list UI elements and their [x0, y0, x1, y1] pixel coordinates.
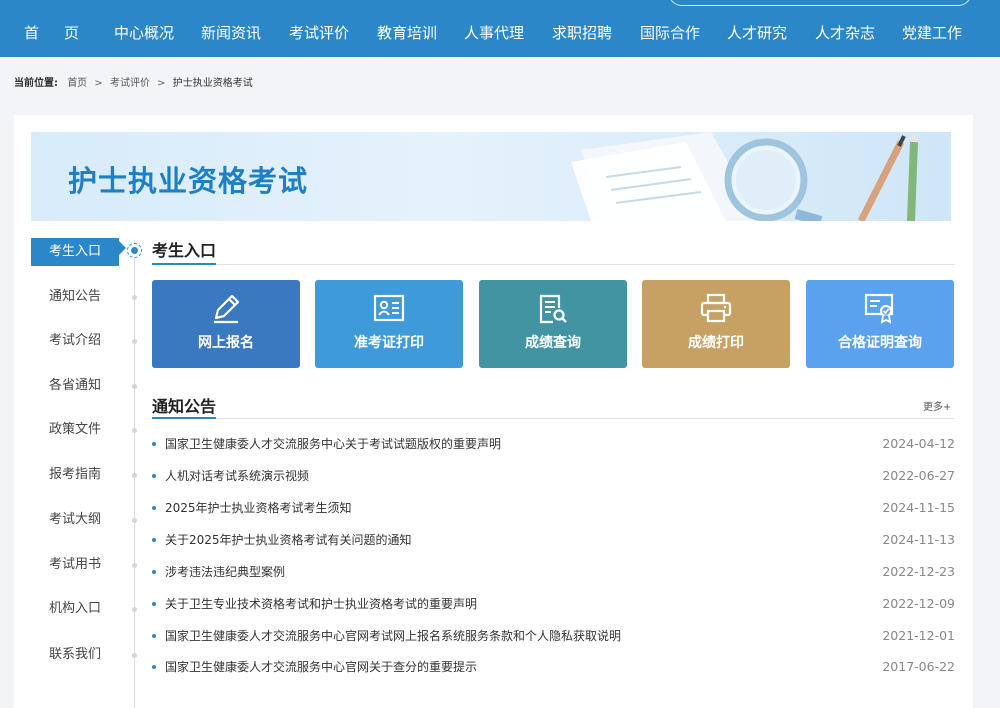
notice-date: 2024-11-13 [882, 532, 955, 547]
certificate-icon [864, 293, 894, 324]
sidebar-item-institution-entry[interactable]: 机构入口 [31, 595, 119, 623]
notice-list-item[interactable]: 关于2025年护士执业资格考试有关问题的通知 2024-11-13 [152, 530, 955, 550]
notice-title[interactable]: 关于卫生专业技术资格考试和护士执业资格考试的重要声明 [165, 594, 477, 614]
notice-date: 2022-12-09 [882, 596, 955, 611]
sidebar-item-exam-syllabus[interactable]: 考试大纲 [31, 506, 119, 534]
notice-title[interactable]: 关于2025年护士执业资格考试有关问题的通知 [165, 530, 412, 550]
notice-title[interactable]: 国家卫生健康委人才交流服务中心关于考试试题版权的重要声明 [165, 434, 501, 454]
notice-date: 2022-12-23 [882, 564, 955, 579]
sidebar-active-arrow [119, 241, 126, 255]
notice-date: 2024-11-15 [882, 500, 955, 515]
notice-title[interactable]: 国家卫生健康委人才交流服务中心官网关于查分的重要提示 [165, 657, 477, 677]
notice-list-item[interactable]: 2025年护士执业资格考试考生须知 2024-11-15 [152, 498, 955, 518]
sidebar-dot [132, 653, 137, 658]
breadcrumb-home-link[interactable]: 首页 [67, 77, 87, 91]
bullet-dot [152, 442, 156, 446]
breadcrumb-separator: > [157, 78, 166, 89]
breadcrumb-separator: > [94, 78, 103, 89]
bullet-dot [152, 506, 156, 510]
sidebar-item-province-notices[interactable]: 各省通知 [31, 372, 119, 400]
bullet-dot [152, 570, 156, 574]
sidebar-dot [132, 563, 137, 568]
section-heading-underline [152, 417, 216, 419]
bullet-dot [152, 474, 156, 478]
nav-item-center-overview[interactable]: 中心概况 [114, 21, 174, 45]
notices-heading: 通知公告 [152, 397, 217, 416]
notice-list-item[interactable]: 国家卫生健康委人才交流服务中心官网考试网上报名系统服务条款和个人隐私获取说明 2… [152, 626, 955, 646]
nav-item-exam-evaluation[interactable]: 考试评价 [289, 21, 349, 45]
section-divider [152, 264, 955, 265]
online-registration-tile[interactable]: 网上报名 [152, 280, 300, 368]
page-banner: 护士执业资格考试 [31, 132, 951, 221]
sidebar-active-dot [127, 243, 142, 258]
document-search-icon [539, 294, 567, 324]
notice-list-item[interactable]: 人机对话考试系统演示视频 2022-06-27 [152, 466, 955, 486]
notice-list-item[interactable]: 关于卫生专业技术资格考试和护士执业资格考试的重要声明 2022-12-09 [152, 594, 955, 614]
score-query-tile[interactable]: 成绩查询 [479, 280, 627, 368]
breadcrumb-exam-evaluation-link[interactable]: 考试评价 [110, 77, 150, 91]
notice-date: 2024-04-12 [882, 436, 955, 451]
tile-label: 准考证打印 [354, 335, 424, 351]
sidebar-item-notices[interactable]: 通知公告 [31, 283, 119, 311]
notice-title[interactable]: 国家卫生健康委人才交流服务中心官网考试网上报名系统服务条款和个人隐私获取说明 [165, 626, 621, 646]
notice-list-item[interactable]: 国家卫生健康委人才交流服务中心官网关于查分的重要提示 2017-06-22 [152, 657, 955, 677]
notice-title[interactable]: 2025年护士执业资格考试考生须知 [165, 498, 352, 518]
bullet-dot [152, 665, 156, 669]
section-divider [152, 418, 955, 419]
breadcrumb-current: 护士执业资格考试 [172, 78, 253, 89]
bullet-dot [152, 538, 156, 542]
notice-title[interactable]: 涉考违法违纪典型案例 [165, 562, 285, 582]
sidebar-item-candidate-entry[interactable]: 考生入口 [31, 238, 119, 266]
breadcrumb: 当前位置: 首页 > 考试评价 > 护士执业资格考试 [14, 77, 253, 91]
breadcrumb-prefix: 当前位置: [14, 78, 58, 89]
banner-illustration [571, 132, 918, 221]
sidebar-dot [132, 295, 137, 300]
sidebar-item-contact-us[interactable]: 联系我们 [31, 641, 119, 669]
sidebar-item-exam-intro[interactable]: 考试介绍 [31, 327, 119, 355]
qualification-certificate-query-tile[interactable]: 合格证明查询 [806, 280, 954, 368]
sidebar-dot [132, 339, 137, 344]
candidate-entry-heading: 考生入口 [152, 241, 217, 260]
nav-item-home[interactable]: 首页 [24, 21, 104, 45]
printer-icon [700, 293, 732, 323]
sidebar-dot [132, 607, 137, 612]
id-card-icon [373, 294, 405, 322]
sidebar-item-policy-documents[interactable]: 政策文件 [31, 416, 119, 444]
sidebar-dot [132, 473, 137, 478]
notice-list-item[interactable]: 国家卫生健康委人才交流服务中心关于考试试题版权的重要声明 2024-04-12 [152, 434, 955, 454]
notice-title[interactable]: 人机对话考试系统演示视频 [165, 466, 309, 486]
notice-date: 2022-06-27 [882, 468, 955, 483]
tile-label: 合格证明查询 [838, 335, 922, 351]
bullet-dot [152, 602, 156, 606]
tile-label: 成绩打印 [688, 335, 744, 351]
score-print-tile[interactable]: 成绩打印 [642, 280, 790, 368]
banner-title: 护士执业资格考试 [68, 164, 309, 198]
nav-item-job-recruitment[interactable]: 求职招聘 [552, 21, 612, 45]
more-notices-link[interactable]: 更多+ [923, 398, 951, 413]
sidebar-dot [132, 384, 137, 389]
notice-date: 2021-12-01 [882, 628, 955, 643]
tile-label: 网上报名 [198, 335, 254, 351]
nav-item-news[interactable]: 新闻资讯 [201, 21, 261, 45]
admission-ticket-print-tile[interactable]: 准考证打印 [315, 280, 463, 368]
notice-date: 2017-06-22 [882, 659, 955, 674]
main-menu: 首页 中心概况 新闻资讯 考试评价 教育培训 人事代理 求职招聘 国际合作 人才… [0, 21, 1000, 45]
section-heading-underline [152, 263, 216, 265]
nav-item-personnel-agency[interactable]: 人事代理 [464, 21, 524, 45]
tile-label: 成绩查询 [525, 335, 581, 351]
top-navigation-bar: 首页 中心概况 新闻资讯 考试评价 教育培训 人事代理 求职招聘 国际合作 人才… [0, 0, 1000, 57]
nav-item-talent-magazine[interactable]: 人才杂志 [815, 21, 875, 45]
nav-item-party-building[interactable]: 党建工作 [902, 21, 962, 45]
pencil-icon [214, 294, 240, 324]
sidebar-item-exam-books[interactable]: 考试用书 [31, 551, 119, 579]
notice-list-item[interactable]: 涉考违法违纪典型案例 2022-12-23 [152, 562, 955, 582]
sidebar-item-registration-guide[interactable]: 报考指南 [31, 461, 119, 489]
nav-item-talent-research[interactable]: 人才研究 [727, 21, 787, 45]
nav-item-education-training[interactable]: 教育培训 [377, 21, 437, 45]
sidebar-dot [132, 518, 137, 523]
bullet-dot [152, 634, 156, 638]
search-box[interactable] [668, 0, 972, 6]
sidebar-dot [132, 428, 137, 433]
nav-item-international[interactable]: 国际合作 [640, 21, 700, 45]
